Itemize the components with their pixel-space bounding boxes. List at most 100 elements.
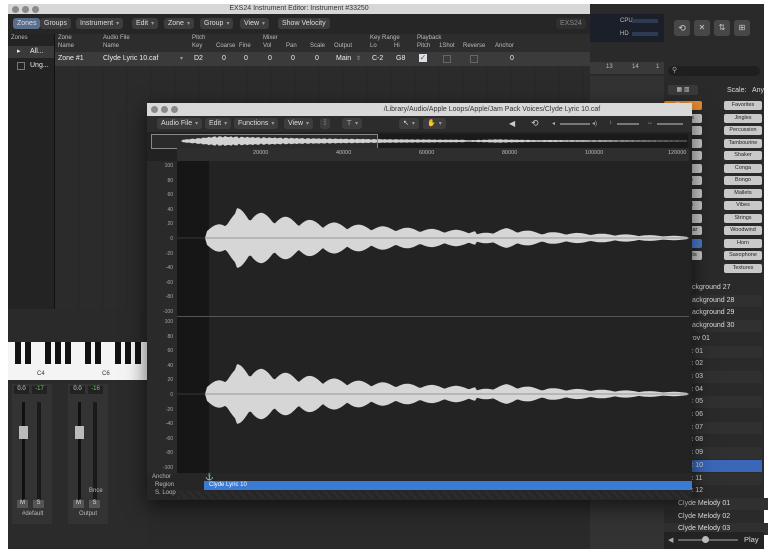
keyword-button[interactable]: Percussion <box>724 126 762 135</box>
piano-black-key[interactable] <box>135 342 141 364</box>
fader-handle[interactable] <box>19 426 28 439</box>
keyboard[interactable] <box>8 342 148 380</box>
scale-value[interactable]: Any <box>752 87 764 94</box>
pitch-checkbox[interactable]: ✓ <box>419 54 427 62</box>
piano-black-key[interactable] <box>65 342 71 364</box>
volume-knob[interactable] <box>702 536 709 543</box>
y-tick-label: 40 <box>167 206 173 213</box>
functions-menu[interactable]: Functions ▾ <box>234 118 279 129</box>
pointer-tool-icon[interactable]: ↖ ▾ <box>399 118 419 129</box>
vertical-zoom-slider[interactable]: ↕ <box>609 120 641 128</box>
waveform <box>177 208 689 424</box>
overview-strip[interactable] <box>151 134 688 149</box>
zones-header: Zones <box>11 35 28 41</box>
minimize-button[interactable] <box>161 106 168 113</box>
keyword-button[interactable]: Tambourine <box>724 138 762 148</box>
speaker-icon[interactable]: ◀ <box>668 536 673 544</box>
channel-name: Output <box>79 511 98 517</box>
tab-groups[interactable]: Groups <box>40 18 71 29</box>
keyword-button[interactable]: Bongo <box>724 176 762 185</box>
reverse-checkbox[interactable] <box>470 55 478 63</box>
y-tick-label: 80 <box>167 333 173 340</box>
piano-black-key[interactable] <box>25 342 31 364</box>
region-name: Clyde Lyric 10 <box>209 482 247 488</box>
group-menu[interactable]: Group ▾ <box>200 18 234 29</box>
audio-toolbar: Audio File ▾ Edit ▾ Functions ▾ View ▾ ⁞ ⊤ ▾ … <box>147 116 692 132</box>
keyword-button[interactable]: Jingles <box>724 113 762 123</box>
lcd-display: CPU HD <box>590 14 664 42</box>
close-button[interactable] <box>151 106 158 113</box>
overview-visible-range[interactable] <box>151 134 378 149</box>
keyword-button[interactable]: Mallets <box>724 188 762 198</box>
view-menu[interactable]: View ▾ <box>284 118 314 129</box>
mute-button[interactable]: M <box>73 500 84 508</box>
zones-panel: Zones ▸ All... Ung... <box>8 34 55 309</box>
audio-titlebar: /Library/Audio/Apple Loops/Apple/Jam Pac… <box>147 103 692 116</box>
keyword-button[interactable]: Horn <box>724 238 762 248</box>
y-tick-label: 0 <box>170 392 173 398</box>
keyword-button[interactable]: Textures <box>724 263 762 273</box>
horizontal-zoom-slider[interactable]: ↔ <box>647 120 687 128</box>
keyword-button[interactable]: Saxophone <box>724 251 762 260</box>
channel-divider <box>177 316 689 317</box>
ruler-tick-label: 20000 <box>253 150 269 156</box>
zone-list-item[interactable]: ▸ All... <box>8 46 54 58</box>
y-tick-label: 0 <box>170 236 173 242</box>
y-tick-label: -80 <box>165 294 173 301</box>
keyword-button[interactable]: Conga <box>724 163 762 173</box>
zoom-button[interactable] <box>171 106 178 113</box>
y-tick-label: 20 <box>167 377 173 384</box>
instrument-menu[interactable]: Instrument ▾ <box>76 18 124 29</box>
oneshot-checkbox[interactable] <box>443 55 451 63</box>
metronome-icon[interactable]: ✕ <box>694 20 710 36</box>
mute-button[interactable]: M <box>17 500 28 508</box>
bounce-label[interactable]: Bnce <box>89 488 103 494</box>
keyword-button[interactable]: Shaker <box>724 151 762 160</box>
mixer-icon[interactable]: ⇅ <box>714 20 730 36</box>
search-icon: ⚲ <box>672 67 678 74</box>
piano-black-key[interactable] <box>85 342 91 364</box>
loop-icon[interactable]: ⟲ <box>531 118 539 129</box>
peak-readout: -16 <box>88 386 103 394</box>
speaker-icon[interactable]: ◀ <box>509 119 515 128</box>
audio-file-menu[interactable]: Audio File ▾ <box>157 118 203 129</box>
view-buttons-icon[interactable]: ▦ ▥ <box>668 85 698 95</box>
play-button[interactable]: Play <box>744 535 759 544</box>
tab-zones[interactable]: Zones <box>13 18 41 29</box>
exs24-titlebar: EXS24 Instrument Editor: Instrument #332… <box>8 4 590 14</box>
edit-menu[interactable]: Edit ▾ <box>205 118 232 129</box>
solo-button[interactable]: S <box>89 500 100 508</box>
solo-button[interactable]: S <box>33 500 44 508</box>
tune-icon[interactable]: ⊞ <box>734 20 750 36</box>
keyword-button[interactable]: Vibes <box>724 201 762 210</box>
show-velocity-button[interactable]: Show Velocity <box>278 18 330 29</box>
cycle-icon[interactable]: ⟲ <box>674 20 690 36</box>
region-bar[interactable]: Clyde Lyric 10 <box>204 481 692 490</box>
fader-track <box>78 402 81 502</box>
anchor-marker-icon[interactable]: ⚓ <box>205 473 214 481</box>
catch-icon[interactable]: ⁞ <box>320 118 330 129</box>
y-tick-label: -40 <box>165 265 173 272</box>
fader-handle[interactable] <box>75 426 84 439</box>
keyword-button[interactable]: Strings <box>724 213 762 223</box>
keyword-button[interactable]: Woodwind <box>724 226 762 235</box>
volume-slider[interactable]: ◂ ◂) <box>552 120 600 128</box>
piano-black-key[interactable] <box>115 342 121 364</box>
edit-menu[interactable]: Edit ▾ <box>132 18 159 29</box>
piano-black-key[interactable] <box>95 342 101 364</box>
hand-tool-icon[interactable]: ✋ ▾ <box>423 118 446 129</box>
chevron-down-icon[interactable]: ▾ <box>180 55 183 62</box>
chevron-updown-icon[interactable]: ⇕ <box>356 55 361 62</box>
zone-list-item[interactable]: Ung... <box>8 60 54 72</box>
keyword-button[interactable]: Favorites <box>724 101 762 110</box>
zone-menu[interactable]: Zone ▾ <box>164 18 194 29</box>
table-row[interactable]: Zone #1 Clyde Lyric 10.caf ▾ D2 0 0 0 0 … <box>55 52 590 66</box>
view-menu[interactable]: View ▾ <box>240 18 270 29</box>
piano-black-key[interactable] <box>15 342 21 364</box>
piano-black-key[interactable] <box>125 342 131 364</box>
filter-icon[interactable]: ⊤ ▾ <box>342 118 363 129</box>
piano-black-key[interactable] <box>55 342 61 364</box>
search-field[interactable]: ⚲ <box>668 66 760 76</box>
piano-black-key[interactable] <box>45 342 51 364</box>
loop-list-item[interactable]: Clyde Melody 02 <box>664 511 768 523</box>
